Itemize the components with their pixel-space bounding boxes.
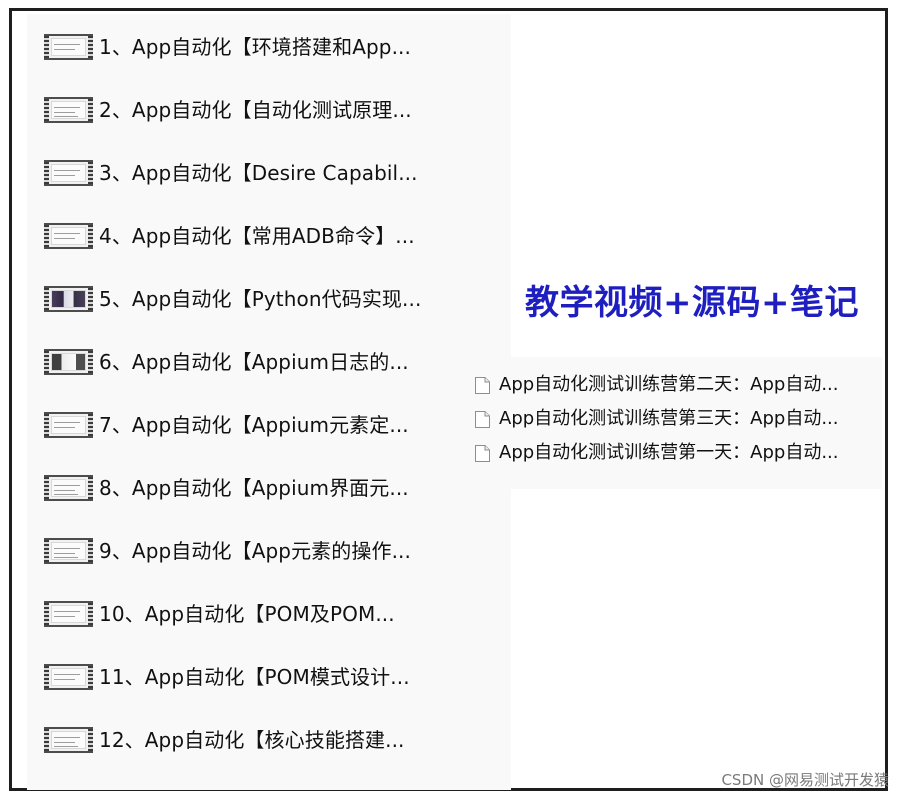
video-thumbnail-dark-icon (44, 286, 93, 312)
video-file-item-6[interactable]: 6、App自动化【Appium日志的... (44, 344, 504, 380)
video-file-item-2[interactable]: 2、App自动化【自动化测试原理... (44, 92, 504, 128)
video-file-label: 8、App自动化【Appium界面元... (99, 476, 409, 500)
video-file-label: 7、App自动化【Appium元素定... (99, 413, 409, 437)
csdn-watermark: CSDN @网易测试开发猿 (721, 771, 889, 789)
video-file-item-12[interactable]: 12、App自动化【核心技能搭建... (44, 722, 504, 758)
document-icon (474, 444, 491, 463)
video-thumbnail-icon (44, 412, 93, 438)
document-icon (474, 410, 491, 429)
video-file-item-5[interactable]: 5、App自动化【Python代码实现... (44, 281, 504, 317)
video-file-label: 5、App自动化【Python代码实现... (99, 287, 422, 311)
document-icon (474, 376, 491, 395)
video-thumbnail-dark-icon (44, 349, 93, 375)
video-thumbnail-icon (44, 34, 93, 60)
video-file-item-11[interactable]: 11、App自动化【POM模式设计... (44, 659, 504, 695)
video-thumbnail-icon (44, 160, 93, 186)
video-file-label: 4、App自动化【常用ADB命令】... (99, 224, 415, 248)
video-file-label: 9、App自动化【App元素的操作... (99, 539, 411, 563)
video-file-label: 3、App自动化【Desire Capabil... (99, 161, 418, 185)
document-file-label: App自动化测试训练营第二天：App自动... (499, 374, 839, 395)
video-file-label: 11、App自动化【POM模式设计... (99, 665, 410, 689)
video-thumbnail-icon (44, 664, 93, 690)
video-file-item-9[interactable]: 9、App自动化【App元素的操作... (44, 533, 504, 569)
video-file-label: 10、App自动化【POM及POM... (99, 602, 395, 626)
video-thumbnail-icon (44, 601, 93, 627)
document-file-label: App自动化测试训练营第一天：App自动... (499, 442, 839, 463)
video-thumbnail-icon (44, 97, 93, 123)
video-thumbnail-icon (44, 538, 93, 564)
video-thumbnail-icon (44, 475, 93, 501)
video-file-label: 12、App自动化【核心技能搭建... (99, 728, 405, 752)
video-file-item-4[interactable]: 4、App自动化【常用ADB命令】... (44, 218, 504, 254)
video-file-label: 6、App自动化【Appium日志的... (99, 350, 409, 374)
video-thumbnail-icon (44, 727, 93, 753)
video-file-item-1[interactable]: 1、App自动化【环境搭建和App... (44, 29, 504, 65)
video-file-item-7[interactable]: 7、App自动化【Appium元素定... (44, 407, 504, 443)
document-file-label: App自动化测试训练营第三天：App自动... (499, 408, 839, 429)
document-file-item-2[interactable]: App自动化测试训练营第三天：App自动... (474, 407, 879, 431)
document-file-item-1[interactable]: App自动化测试训练营第二天：App自动... (474, 373, 879, 397)
video-file-label: 1、App自动化【环境搭建和App... (99, 35, 411, 59)
video-file-item-3[interactable]: 3、App自动化【Desire Capabil... (44, 155, 504, 191)
video-file-item-8[interactable]: 8、App自动化【Appium界面元... (44, 470, 504, 506)
video-file-item-10[interactable]: 10、App自动化【POM及POM... (44, 596, 504, 632)
page-headline: 教学视频+源码+笔记 (525, 283, 859, 323)
document-file-item-3[interactable]: App自动化测试训练营第一天：App自动... (474, 441, 879, 465)
video-file-label: 2、App自动化【自动化测试原理... (99, 98, 412, 122)
video-thumbnail-icon (44, 223, 93, 249)
